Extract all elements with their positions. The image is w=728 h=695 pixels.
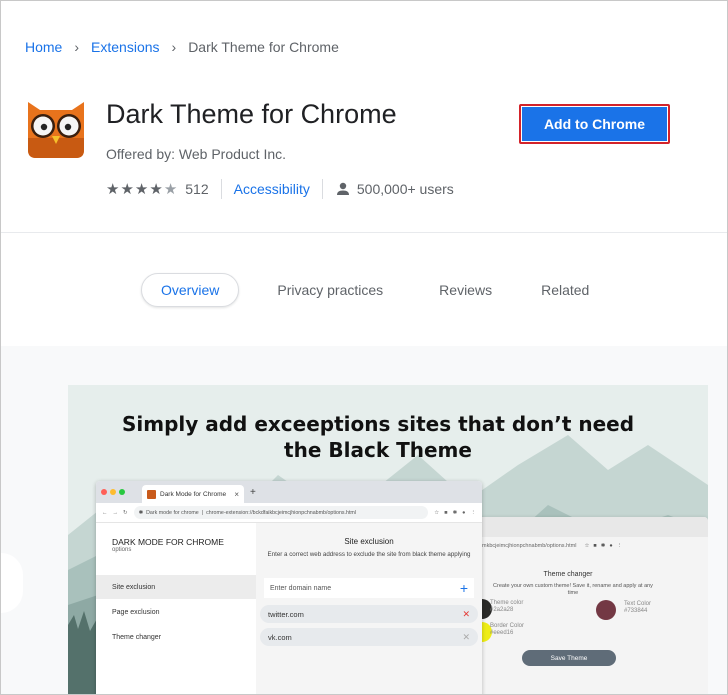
mock-address-prefix: Dark mode for chrome bbox=[146, 509, 199, 516]
divider bbox=[321, 179, 323, 199]
plus-icon: + bbox=[459, 580, 468, 596]
offered-by: Offered by: Web Product Inc. bbox=[106, 146, 287, 162]
more-icon: ⋮ bbox=[470, 509, 477, 516]
tab-related[interactable]: Related bbox=[541, 273, 589, 307]
mock-domain: vk.com bbox=[268, 632, 292, 642]
mock-save-theme-button: Save Theme bbox=[522, 650, 616, 666]
breadcrumb-current: Dark Theme for Chrome bbox=[188, 39, 339, 55]
chevron-right-icon: › bbox=[74, 39, 80, 55]
breadcrumb: Home › Extensions › Dark Theme for Chrom… bbox=[25, 39, 339, 55]
person-icon bbox=[336, 182, 349, 195]
new-tab-icon: + bbox=[250, 486, 256, 498]
mock-address-bar: mkbcjeimcjhionpchnabmb/options.html ☆ ■ … bbox=[478, 537, 708, 555]
tab-privacy-practices[interactable]: Privacy practices bbox=[277, 273, 383, 307]
tab-reviews[interactable]: Reviews bbox=[439, 273, 492, 307]
forward-arrow-icon: → bbox=[112, 509, 119, 516]
profile-icon: ● bbox=[609, 543, 613, 549]
owl-logo-icon bbox=[28, 102, 84, 158]
half-star-icon: ★ bbox=[163, 181, 178, 198]
divider bbox=[220, 179, 222, 199]
mock-theme-title: Theme changer bbox=[543, 571, 593, 578]
star-icon: ☆ bbox=[434, 509, 440, 516]
breadcrumb-extensions-link[interactable]: Extensions bbox=[91, 39, 159, 55]
star-icon: ☆ bbox=[584, 543, 590, 549]
remove-icon: ✕ bbox=[462, 631, 470, 642]
back-arrow-icon: ← bbox=[102, 509, 108, 516]
slide-caption-line: Simply add exceeptions sites that don’t … bbox=[121, 412, 635, 436]
extension-icon: ■ bbox=[593, 543, 597, 549]
star-icon: ★ bbox=[106, 181, 120, 198]
breadcrumb-home-link[interactable]: Home bbox=[25, 39, 62, 55]
tab-overview[interactable]: Overview bbox=[141, 273, 240, 307]
mock-tabbar: Dark Mode for Chrome × + bbox=[96, 481, 482, 503]
mock-sidebar-item: Site exclusion bbox=[96, 575, 256, 599]
puzzle-icon: ✱ bbox=[452, 509, 458, 516]
user-count: 500,000+ users bbox=[335, 181, 454, 197]
mock-window-theme-changer: mkbcjeimcjhionpchnabmb/options.html ☆ ■ … bbox=[478, 517, 708, 694]
mock-browser-tab: Dark Mode for Chrome × bbox=[142, 485, 244, 503]
extension-meta: ★ ★ ★ ★ ★ 512 Accessibility 500,000+ use… bbox=[106, 179, 454, 199]
mock-address-text: mkbcjeimcjhionpchnabmb/options.html bbox=[482, 543, 577, 549]
mock-theme-desc: Create your own custom theme! Save it, r… bbox=[493, 583, 653, 596]
mock-main-panel: Site exclusion Enter a correct web addre… bbox=[256, 523, 482, 694]
mock-sidebar-item: Theme changer bbox=[112, 633, 162, 641]
minimize-dot-icon bbox=[110, 489, 116, 495]
owl-favicon-icon bbox=[147, 489, 156, 499]
store-page: Home › Extensions › Dark Theme for Chrom… bbox=[0, 0, 728, 695]
slide-caption-line: the Black Theme bbox=[284, 438, 472, 462]
mock-url-field: ✱ Dark mode for chrome | chrome-extensio… bbox=[133, 506, 429, 519]
mock-excluded-site: twitter.com ✕ bbox=[260, 605, 478, 623]
slide-caption: Simply add exceeptions sites that don’t … bbox=[68, 411, 688, 463]
text-color-swatch bbox=[596, 600, 616, 620]
mock-main-title: Site exclusion bbox=[344, 537, 394, 546]
star-icon: ★ bbox=[149, 181, 163, 198]
mock-input-placeholder: Enter domain name bbox=[270, 584, 332, 592]
mock-domain: twitter.com bbox=[268, 609, 304, 619]
mock-address-bar: ← → ↻ ✱ Dark mode for chrome | chrome-ex… bbox=[96, 503, 482, 523]
profile-icon: ● bbox=[462, 509, 466, 516]
mock-sidebar-subtitle: options bbox=[112, 547, 132, 553]
mock-sidebar-title: DARK MODE FOR CHROME bbox=[112, 537, 224, 547]
close-dot-icon bbox=[101, 489, 107, 495]
mock-address-text: chrome-extension://bckdfaikbcjeimcjhionp… bbox=[206, 509, 357, 516]
extension-icon: ■ bbox=[444, 509, 448, 516]
user-count-text: 500,000+ users bbox=[356, 181, 454, 197]
theme-color-label: Theme color #2a2a28 bbox=[490, 600, 524, 613]
category-link[interactable]: Accessibility bbox=[234, 181, 310, 197]
mock-sidebar: DARK MODE FOR CHROME options Site exclus… bbox=[96, 523, 256, 694]
close-icon: × bbox=[234, 489, 239, 499]
border-color-label: Border Color #eeed16 bbox=[490, 623, 525, 636]
reload-icon: ↻ bbox=[123, 509, 128, 516]
rating-stars[interactable]: ★ ★ ★ ★ ★ bbox=[106, 180, 177, 198]
extension-title: Dark Theme for Chrome bbox=[106, 99, 397, 129]
mock-window-site-exclusion: Dark Mode for Chrome × + ← → ↻ ✱ Dark mo… bbox=[96, 481, 482, 694]
gallery-prev-button[interactable] bbox=[1, 553, 23, 613]
add-to-chrome-button[interactable]: Add to Chrome bbox=[519, 104, 670, 144]
mock-main-desc: Enter a correct web address to exclude t… bbox=[267, 551, 471, 558]
chevron-right-icon: › bbox=[171, 39, 177, 55]
gallery-slide[interactable]: Simply add exceeptions sites that don’t … bbox=[68, 385, 708, 694]
remove-icon: ✕ bbox=[462, 608, 470, 619]
divider bbox=[1, 232, 727, 233]
mock-options-page: DARK MODE FOR CHROME options Site exclus… bbox=[96, 523, 482, 694]
extension-page-icon: ✱ bbox=[138, 509, 144, 516]
star-icon: ★ bbox=[134, 181, 149, 198]
mock-tabbar bbox=[478, 517, 708, 537]
detail-tabs: Overview Privacy practices Reviews Relat… bbox=[141, 273, 589, 307]
text-color-label: Text Color #733844 bbox=[624, 601, 652, 614]
star-icon: ★ bbox=[120, 181, 134, 198]
mock-excluded-site: vk.com ✕ bbox=[260, 628, 478, 646]
mock-tab-title: Dark Mode for Chrome bbox=[160, 490, 227, 498]
rating-count[interactable]: 512 bbox=[185, 181, 208, 197]
puzzle-icon: ✱ bbox=[600, 543, 606, 549]
maximize-dot-icon bbox=[119, 489, 125, 495]
screenshot-gallery: Simply add exceeptions sites that don’t … bbox=[1, 346, 727, 694]
mock-domain-input: Enter domain name + bbox=[264, 578, 474, 598]
more-icon: ⋮ bbox=[616, 543, 623, 549]
mock-sidebar-item: Page exclusion bbox=[112, 608, 160, 616]
